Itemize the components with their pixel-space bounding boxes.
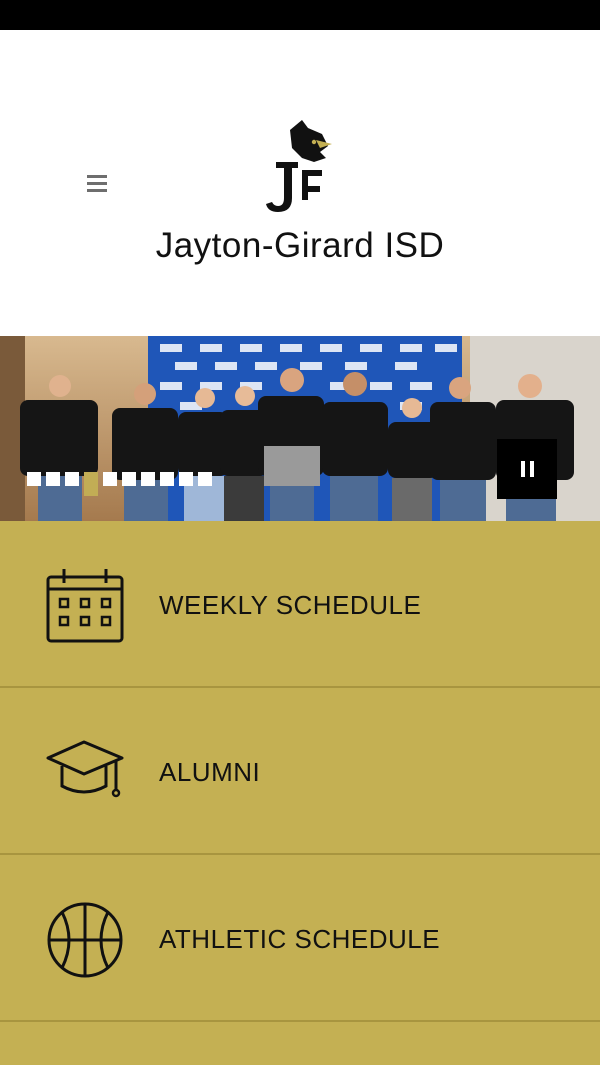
calendar-icon <box>46 569 124 643</box>
quick-link-label: ATHLETIC SCHEDULE <box>159 924 441 954</box>
pause-icon[interactable] <box>497 439 557 499</box>
jayton-jaybird-logo-icon[interactable] <box>262 118 338 214</box>
slide-dot[interactable] <box>27 472 41 486</box>
basketball-icon <box>47 902 123 978</box>
hero-slideshow <box>0 336 600 521</box>
slide-dot[interactable] <box>122 472 136 486</box>
quick-link-alumni[interactable]: ALUMNI <box>0 688 600 855</box>
slide-dot[interactable] <box>46 472 60 486</box>
slide-dot-active[interactable] <box>84 472 98 496</box>
site-header: Jayton-Girard ISD <box>0 30 600 336</box>
graduation-cap-icon <box>46 740 124 798</box>
quick-link-weekly-schedule[interactable]: WEEKLY SCHEDULE <box>0 521 600 688</box>
hamburger-menu-icon[interactable] <box>80 168 114 198</box>
slide-dot[interactable] <box>179 472 193 486</box>
slide-dot[interactable] <box>141 472 155 486</box>
slide-dot[interactable] <box>198 472 212 486</box>
slide-dot[interactable] <box>65 472 79 486</box>
quick-link-athletic-schedule[interactable]: ATHLETIC SCHEDULE <box>0 855 600 1022</box>
quick-link-label: ALUMNI <box>159 757 261 787</box>
site-title[interactable]: Jayton-Girard ISD <box>0 226 600 266</box>
quick-links: WEEKLY SCHEDULE ALUMNI ATHLETIC SCHEDULE <box>0 521 600 1065</box>
slideshow-pagination <box>27 472 212 496</box>
slide-dot[interactable] <box>103 472 117 486</box>
slide-dot[interactable] <box>160 472 174 486</box>
status-bar <box>0 0 600 30</box>
quick-link-label: WEEKLY SCHEDULE <box>159 590 422 620</box>
